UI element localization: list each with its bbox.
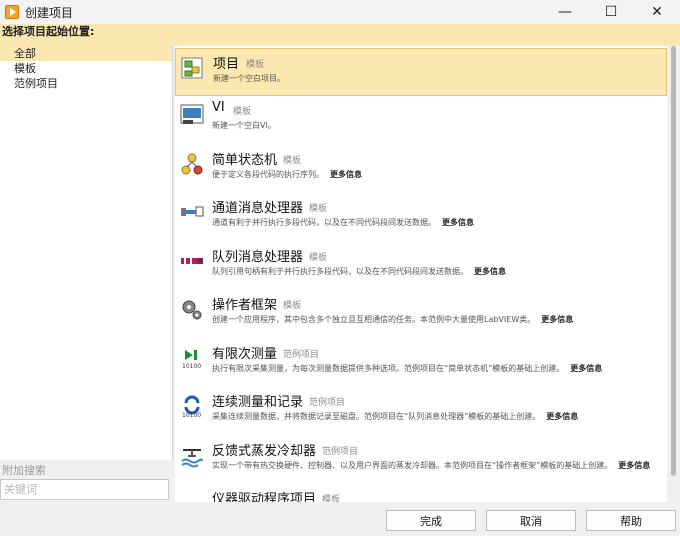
item-name: 项目 — [213, 57, 240, 72]
item-desc: 队列引用句柄有利于并行执行多段代码，以及在不同代码段间发送数据。 更多信息 — [212, 267, 506, 276]
item-desc: 新建一个空白VI。 — [212, 121, 276, 130]
item-name: 仪器驱动程序项目 — [212, 492, 317, 502]
item-desc: 通道有利于并行执行多段代码，以及在不同代码段间发送数据。 更多信息 — [212, 218, 474, 227]
dialog-footer — [0, 502, 680, 536]
tree-item-templates[interactable]: 模板 — [0, 61, 172, 76]
list-item-queued-message-handler[interactable]: 队列消息处理器 模板 队列引用句柄有利于并行执行多段代码，以及在不同代码段间发送… — [175, 242, 667, 290]
more-info-link[interactable]: 更多信息 — [442, 218, 474, 227]
more-info-link[interactable]: 更多信息 — [541, 315, 573, 324]
additional-search-label: 附加搜索 — [2, 464, 46, 477]
list-item-instrument-driver[interactable]: 仪器驱动程序项目 模板 — [175, 484, 667, 502]
item-type: 范例项目 — [283, 350, 320, 360]
finite-measure-icon: 10100 — [182, 350, 201, 370]
more-info-link[interactable]: 更多信息 — [474, 267, 506, 276]
more-info-link[interactable]: 更多信息 — [546, 412, 578, 421]
tree-item-sample-projects[interactable]: 范例项目 — [0, 76, 172, 91]
svg-text:10100: 10100 — [182, 363, 201, 370]
start-location-header: 选择项目起始位置: — [0, 24, 680, 46]
svg-text:10100: 10100 — [182, 412, 201, 419]
window-title: 创建项目 — [25, 5, 74, 20]
cancel-button[interactable]: 取消 — [486, 510, 576, 531]
item-desc: 执行有限次采集测量，为每次测量数据提供多种选项。范例项目在“简单状态机”模板的基… — [212, 364, 603, 373]
item-type: 范例项目 — [309, 398, 346, 408]
more-info-link[interactable]: 更多信息 — [330, 170, 362, 179]
item-desc: 新建一个空白项目。 — [213, 74, 285, 83]
gears-icon — [182, 300, 202, 320]
queue-icon — [181, 257, 203, 265]
list-item-finite-measurement[interactable]: 10100 有限次测量 范例项目 执行有限次采集测量，为每次测量数据提供多种选项… — [175, 339, 667, 387]
item-desc: 创建一个应用程序，其中包含多个独立且互相通信的任务。本范例中大量使用LabVIE… — [212, 315, 574, 324]
close-button[interactable]: ✕ — [634, 0, 680, 24]
continuous-log-icon: 10100 — [182, 395, 201, 419]
item-type: 模板 — [283, 156, 302, 166]
tree-item-all[interactable]: 全部 — [0, 46, 172, 61]
project-icon — [181, 57, 203, 79]
item-name: 反馈式蒸发冷却器 — [212, 444, 317, 459]
item-name: 操作者框架 — [212, 298, 278, 313]
state-machine-icon — [181, 153, 203, 175]
item-name: 连续测量和记录 — [212, 395, 304, 410]
search-input[interactable] — [0, 479, 169, 500]
minimize-button[interactable]: — — [542, 0, 588, 24]
item-type: 模板 — [309, 204, 328, 214]
list-item-evaporative-cooler[interactable]: 反馈式蒸发冷却器 范例项目 实现一个带有热交换硬件、控制器、以及用户界面的蒸发冷… — [175, 436, 667, 484]
more-info-link[interactable]: 更多信息 — [570, 364, 602, 373]
list-item-project[interactable]: 项目 模板 新建一个空白项目。 — [175, 48, 667, 96]
item-desc: 便于定义各段代码的执行序列。 更多信息 — [212, 170, 362, 179]
item-type: 模板 — [233, 107, 252, 117]
item-type: 范例项目 — [322, 447, 359, 457]
list-item-channel-message-handler[interactable]: 通道消息处理器 模板 通道有利于并行执行多段代码，以及在不同代码段间发送数据。更… — [175, 193, 667, 241]
item-desc: 实现一个带有热交换硬件、控制器、以及用户界面的蒸发冷却器。本范例项目在“操作者框… — [212, 461, 651, 470]
channel-icon — [181, 206, 204, 217]
scrollbar-thumb[interactable] — [671, 46, 676, 476]
item-type: 模板 — [246, 60, 265, 70]
list-item-simple-state-machine[interactable]: 简单状态机 模板 便于定义各段代码的执行序列。 更多信息 — [175, 145, 667, 193]
list-item-continuous-measurement[interactable]: 10100 连续测量和记录 范例项目 采集连续测量数据，并将数据记录至磁盘。范例… — [175, 387, 667, 435]
help-button[interactable]: 帮助 — [586, 510, 676, 531]
item-name: 通道消息处理器 — [212, 201, 304, 216]
item-type: 模板 — [283, 301, 302, 311]
maximize-button[interactable]: ☐ — [588, 0, 634, 24]
labview-app-icon — [5, 5, 19, 19]
template-list: 项目 模板 新建一个空白项目。 VI 模板 新建一个空白VI。 简单状态机 模板… — [175, 46, 667, 502]
list-scrollbar[interactable] — [667, 46, 680, 502]
item-desc: 采集连续测量数据，并将数据记录至磁盘。范例项目在“队列消息处理器”模板的基础上创… — [212, 412, 579, 421]
vi-icon — [180, 104, 204, 124]
item-type: 模板 — [322, 495, 341, 502]
list-item-vi[interactable]: VI 模板 新建一个空白VI。 — [175, 96, 667, 144]
item-name: 简单状态机 — [212, 153, 278, 168]
list-item-actor-framework[interactable]: 操作者框架 模板 创建一个应用程序，其中包含多个独立且互相通信的任务。本范例中大… — [175, 290, 667, 338]
item-name: 队列消息处理器 — [212, 250, 304, 265]
title-bar: 创建项目 — ☐ ✕ — [0, 0, 680, 24]
cooler-icon — [181, 449, 203, 468]
item-name: VI — [212, 100, 225, 115]
more-info-link[interactable]: 更多信息 — [618, 461, 650, 470]
finish-button[interactable]: 完成 — [386, 510, 476, 531]
item-type: 模板 — [309, 253, 328, 263]
item-name: 有限次测量 — [212, 347, 278, 362]
category-tree: 全部 模板 范例项目 — [0, 46, 173, 460]
